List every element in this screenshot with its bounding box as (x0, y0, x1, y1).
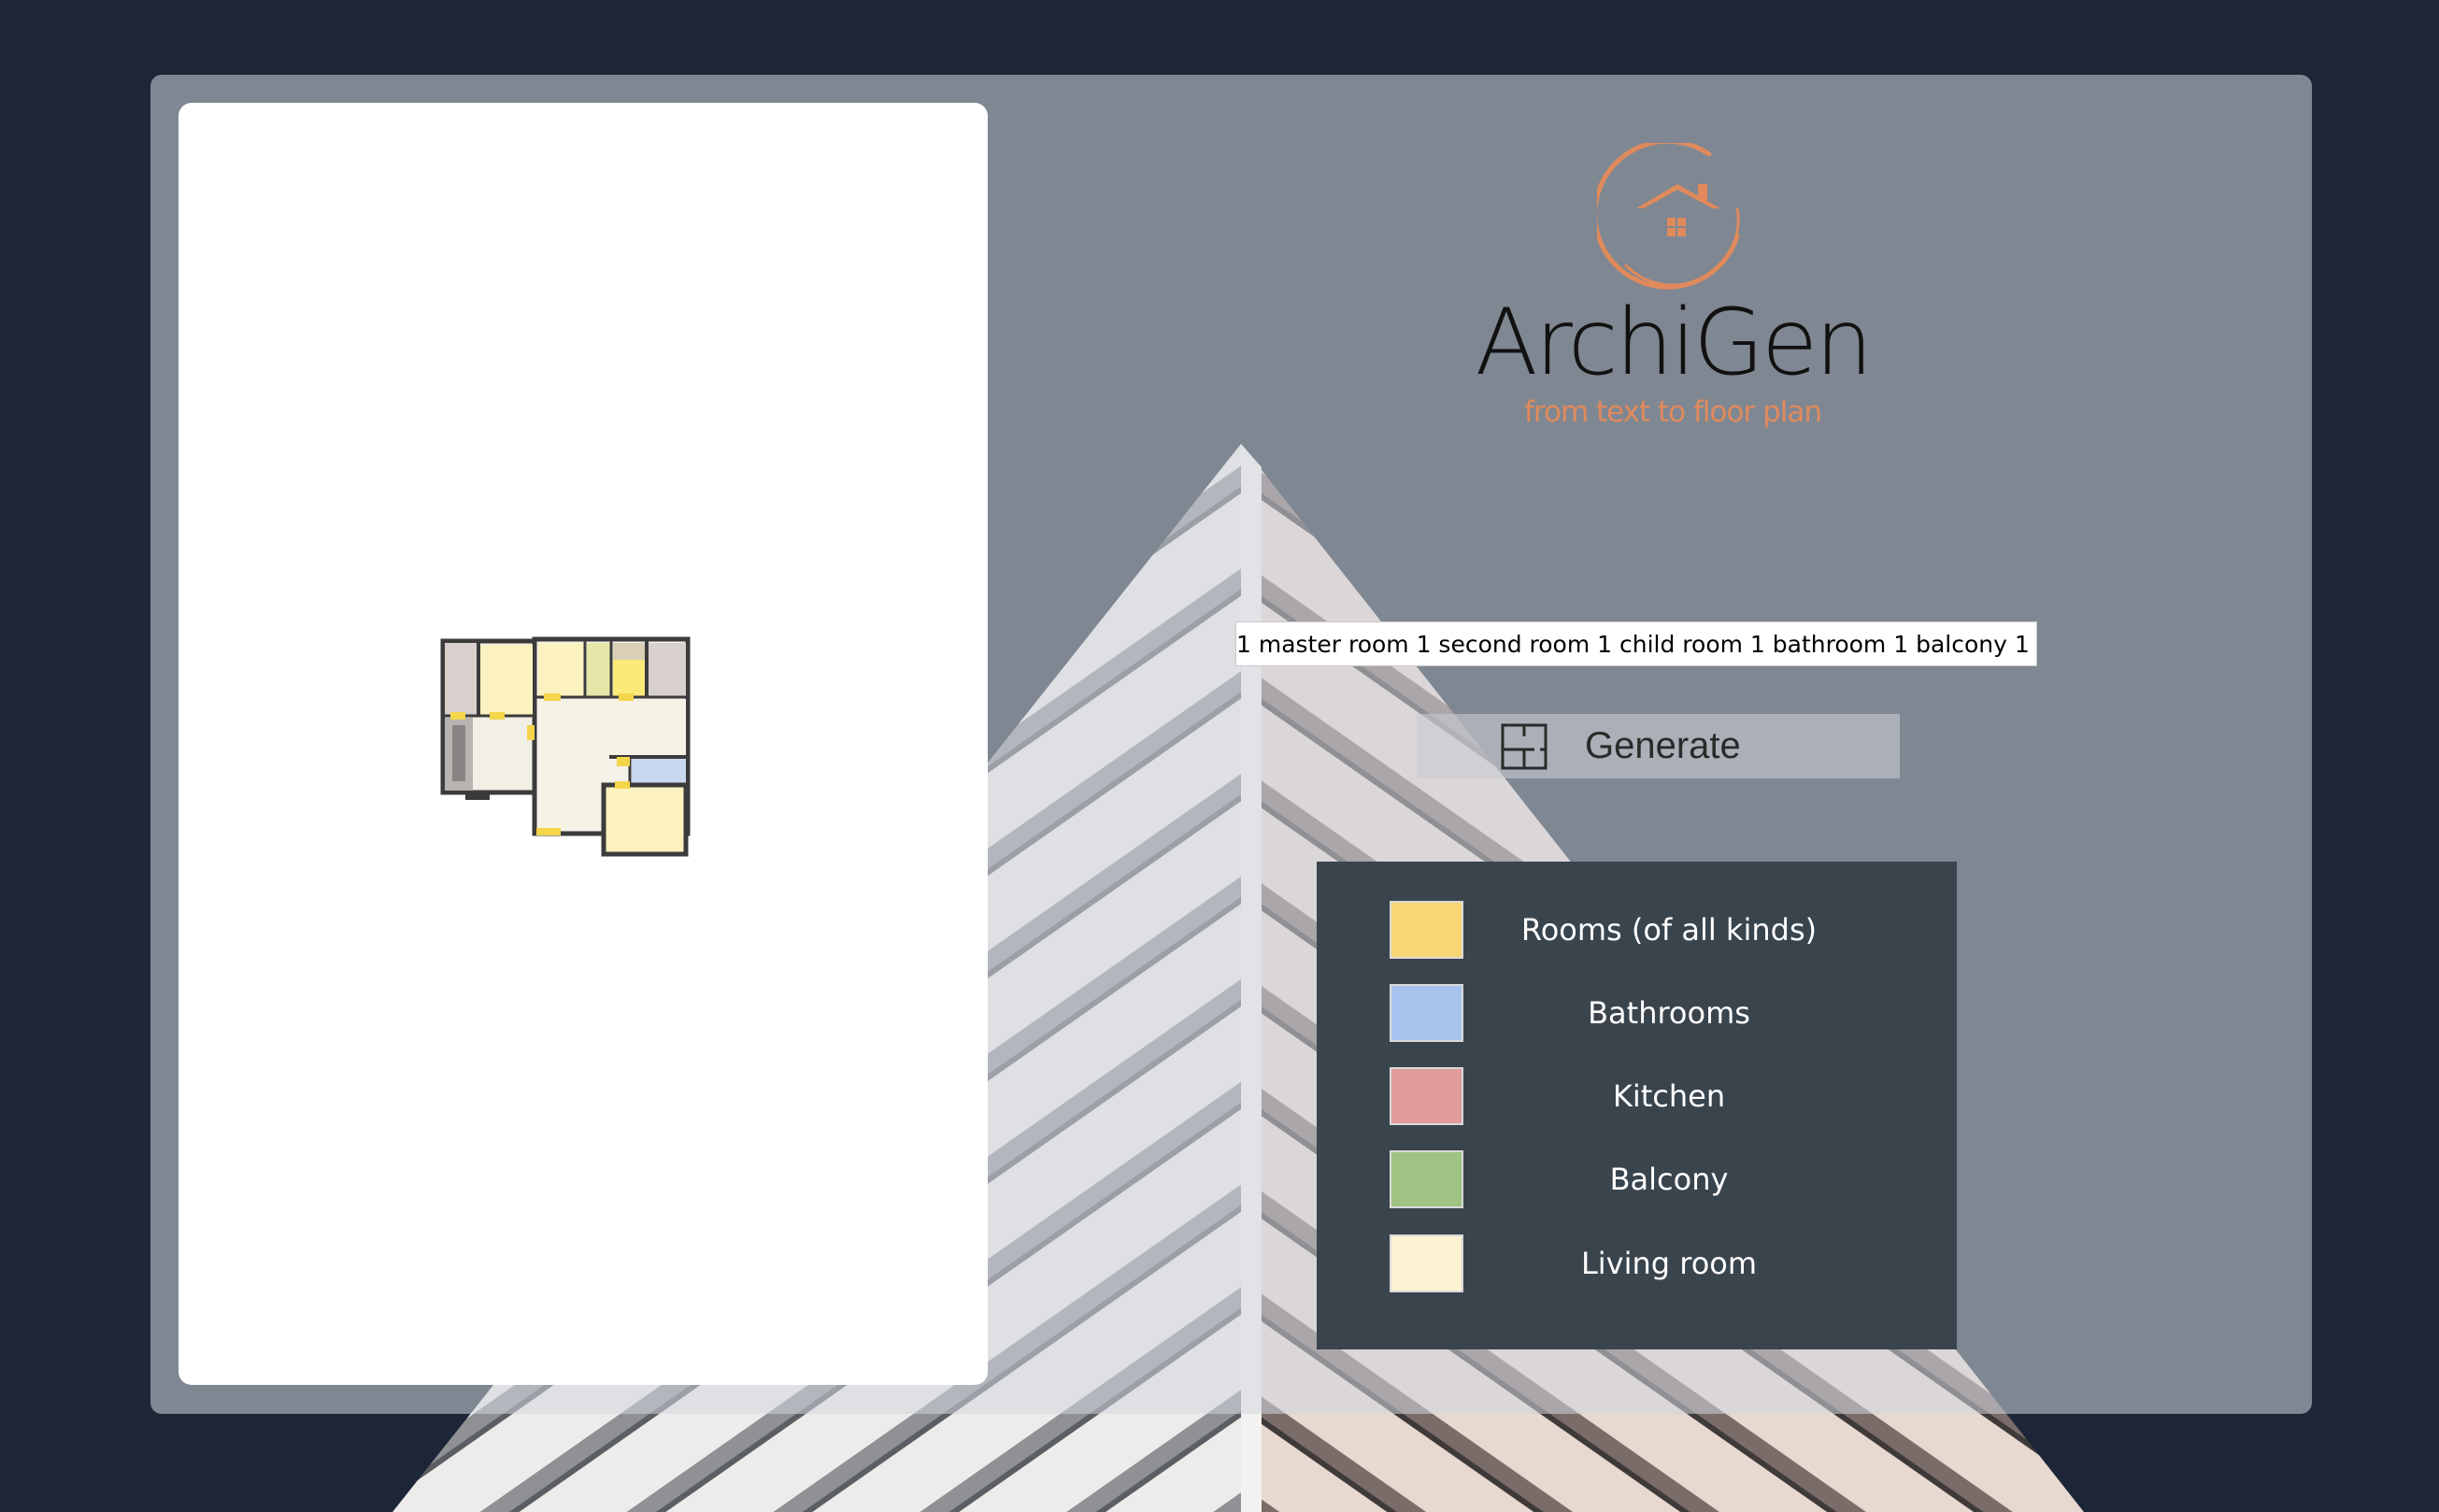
prompt-input[interactable] (1235, 621, 2037, 666)
legend-item-balcony: Balcony (1317, 1150, 1957, 1210)
legend-label-balcony: Balcony (1609, 1162, 1729, 1197)
legend-item-bathrooms: Bathrooms (1317, 984, 1957, 1044)
floorplan-icon (1501, 723, 1548, 770)
legend-label-bathrooms: Bathrooms (1588, 995, 1750, 1031)
legend-swatch-bathrooms (1390, 984, 1463, 1042)
legend-swatch-kitchen (1390, 1067, 1463, 1125)
generate-button-label: Generate (1585, 725, 1741, 766)
brand-title: ArchiGen (1475, 290, 1874, 396)
legend-item-living-room: Living room (1317, 1234, 1957, 1294)
brand-tagline: from text to floor plan (1524, 395, 1822, 429)
generate-button[interactable]: Generate (1417, 714, 1900, 778)
legend-item-rooms: Rooms (of all kinds) (1317, 901, 1957, 961)
legend-swatch-living-room (1390, 1234, 1463, 1292)
archigen-logo-icon (1597, 143, 1740, 290)
legend-label-kitchen: Kitchen (1612, 1078, 1726, 1114)
legend-item-kitchen: Kitchen (1317, 1067, 1957, 1127)
legend-swatch-balcony (1390, 1150, 1463, 1208)
legend-label-rooms: Rooms (of all kinds) (1520, 912, 1818, 948)
legend-swatch-rooms (1390, 901, 1463, 959)
generated-floorplan-image (440, 636, 691, 857)
legend-label-living-room: Living room (1580, 1246, 1758, 1281)
color-legend: Rooms (of all kinds) Bathrooms Kitchen B… (1317, 862, 1957, 1349)
